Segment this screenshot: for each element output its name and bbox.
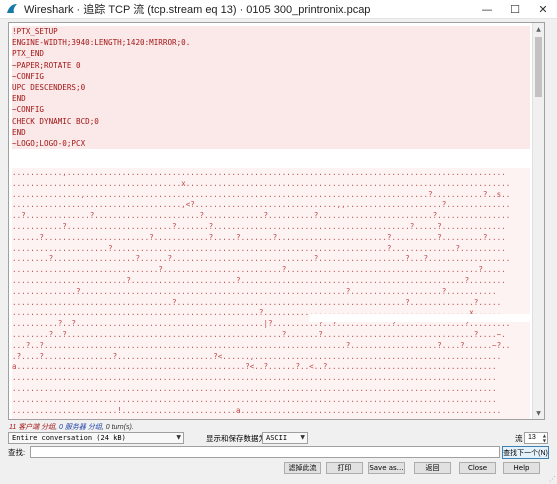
- stream-line: ~CONFIG: [12, 104, 530, 116]
- stream-data-row: ........................................…: [12, 394, 530, 406]
- vertical-scrollbar[interactable]: ▲ ▼: [532, 23, 544, 419]
- stream-data-row: ......?.......................?.........…: [12, 232, 530, 244]
- stream-label: 流: [515, 434, 523, 443]
- stream-text-block: !PTX_SETUP ENGINE-WIDTH;3940:LENGTH;1420:…: [12, 26, 530, 150]
- resize-grip-icon[interactable]: ⋰: [549, 475, 556, 483]
- stream-line: PTX_END: [12, 48, 530, 60]
- stream-binary-data: ...........,............................…: [12, 168, 530, 419]
- stream-data-row: ........................................…: [12, 416, 530, 419]
- find-next-button[interactable]: 查找下一个(N): [502, 446, 549, 459]
- stream-line: !PTX_SETUP: [12, 26, 530, 38]
- stream-data-row: ........?..................?......?.....…: [12, 254, 530, 266]
- stream-line: ~LOGO;LOGO-0;PCX: [12, 138, 530, 150]
- stream-data-row: ...................................?....…: [12, 297, 530, 309]
- maximize-button[interactable]: ☐: [501, 0, 529, 19]
- server-packets-count: 0 服务器 分组: [59, 424, 102, 431]
- conversation-select[interactable]: Entire conversation (24 kB) ▼: [8, 432, 184, 444]
- stream-data-row: .......................!................…: [12, 405, 530, 417]
- spin-arrows-icon[interactable]: ▲ ▼: [543, 433, 546, 443]
- find-label: 查找:: [8, 448, 26, 457]
- stream-data-row: .........................?..............…: [12, 275, 530, 287]
- stream-line: CHECK DYNAMIC BCD;0: [12, 115, 530, 127]
- show-as-value: ASCII: [266, 434, 288, 442]
- stream-data-row: .....................................x..…: [12, 178, 530, 190]
- scroll-down-arrow-icon[interactable]: ▼: [533, 407, 544, 419]
- print-button[interactable]: 打印: [326, 462, 363, 474]
- find-input[interactable]: [30, 446, 500, 458]
- close-button[interactable]: Close: [459, 462, 496, 474]
- stream-data-row: ........?..?............................…: [12, 329, 530, 341]
- stream-data-row: ...........,............................…: [12, 168, 530, 179]
- stream-line: END: [12, 126, 530, 139]
- scroll-thumb[interactable]: [535, 37, 542, 97]
- save-as-button[interactable]: Save as…: [368, 462, 405, 474]
- stream-line: END: [12, 93, 530, 105]
- stream-number-spinbox[interactable]: 13 ▲ ▼: [524, 432, 548, 444]
- stream-data-row: ...?..?.................................…: [12, 340, 530, 352]
- stream-data-row: .....................................,<?…: [12, 200, 530, 212]
- chevron-down-icon: ▼: [176, 434, 181, 441]
- stream-data-row: ...........?.......................?....…: [12, 221, 530, 233]
- scroll-up-arrow-icon[interactable]: ▲: [533, 23, 544, 35]
- stream-data-row: .?....?...............?.................…: [12, 351, 530, 363]
- filter-out-button[interactable]: 滤掉此流: [284, 462, 321, 474]
- stream-number-value: 13: [528, 434, 536, 441]
- conversation-select-value: Entire conversation (24 kB): [12, 434, 126, 442]
- stream-content-pane[interactable]: !PTX_SETUP ENGINE-WIDTH;3940:LENGTH;1420:…: [8, 22, 545, 420]
- window-title: Wireshark · 追踪 TCP 流 (tcp.stream eq 13) …: [24, 4, 371, 16]
- stream-line: ~PAPER;ROTATE 0: [12, 59, 530, 71]
- client-packets-count: 11 客户端 分组: [9, 424, 56, 431]
- show-as-select[interactable]: ASCII ▼: [262, 432, 308, 444]
- find-row: 查找: 查找下一个(N): [8, 446, 549, 459]
- stream-line: ~CONFIG: [12, 70, 530, 83]
- stream-line: UPC DESCENDERS;0: [12, 82, 530, 94]
- stream-gap: [309, 314, 534, 322]
- turns-count: 0 turn(s).: [105, 424, 134, 431]
- show-as-label: 显示和保存数据为: [206, 434, 266, 443]
- close-window-button[interactable]: ✕: [529, 0, 557, 19]
- stream-data-row: ................................?.......…: [12, 265, 530, 276]
- stream-data-row: a.......................................…: [12, 362, 530, 374]
- stream-data-row: .....................?..................…: [12, 243, 530, 255]
- button-row: 滤掉此流 打印 Save as… 返回 Close Help: [0, 462, 557, 475]
- help-button[interactable]: Help: [503, 462, 540, 474]
- stream-status: 11 客户端 分组, 0 服务器 分组, 0 turn(s).: [9, 424, 134, 431]
- stream-data-row: ...............,........................…: [12, 189, 530, 201]
- stream-data-row: ..............?.........................…: [12, 286, 530, 298]
- stream-data-row: ........................................…: [12, 383, 530, 395]
- chevron-down-icon: ▼: [300, 434, 305, 441]
- minimize-button[interactable]: —: [473, 0, 501, 19]
- options-row: Entire conversation (24 kB) ▼ 显示和保存数据为 A…: [8, 432, 549, 445]
- stream-line: ENGINE-WIDTH;3940:LENGTH;1420:MIRROR;0.: [12, 37, 530, 49]
- stream-data-row: ..?..............?......................…: [12, 211, 530, 222]
- stream-data-row: ........................................…: [12, 373, 530, 384]
- wireshark-fin-icon: [7, 4, 17, 13]
- title-bar: Wireshark · 追踪 TCP 流 (tcp.stream eq 13) …: [0, 0, 557, 19]
- back-button[interactable]: 返回: [414, 462, 451, 474]
